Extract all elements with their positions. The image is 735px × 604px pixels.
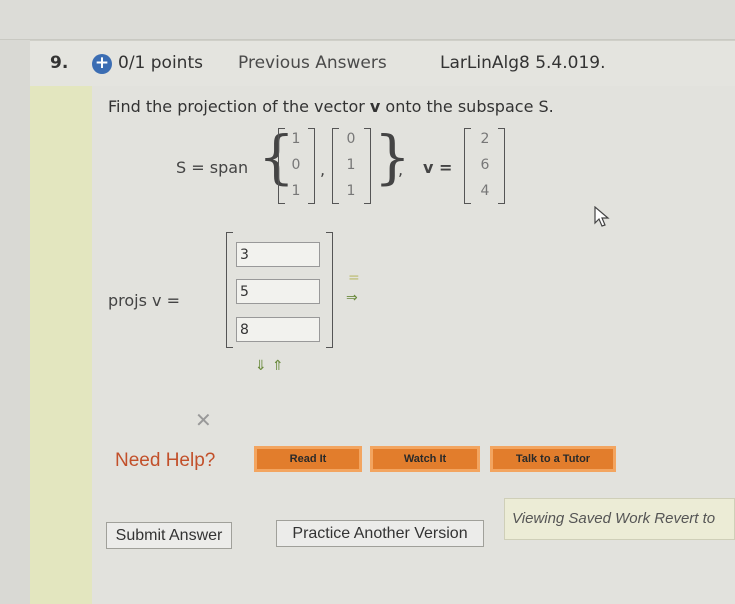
submit-answer-button[interactable]: Submit Answer [106, 522, 232, 549]
left-strip [30, 86, 92, 604]
answer-input[interactable]: 5 [236, 279, 320, 304]
problem-id: LarLinAlg8 5.4.019. [440, 53, 606, 73]
v-right-bracket [498, 128, 505, 204]
watch-it-button[interactable]: Watch It [370, 446, 480, 472]
basis1-entry: 1 [291, 183, 301, 199]
add-column-arrow-icon[interactable]: ⇒ [346, 290, 358, 306]
top-bar [0, 0, 735, 40]
answer-right-bracket [326, 232, 333, 348]
resize-equals-icon[interactable]: = [348, 270, 360, 286]
need-help-label: Need Help? [115, 450, 216, 471]
v-entry: 6 [480, 157, 490, 173]
answer-input[interactable]: 8 [236, 317, 320, 342]
v-entry: 2 [480, 131, 490, 147]
answer-input[interactable]: 3 [236, 242, 320, 267]
incorrect-x-icon: ✕ [195, 408, 212, 432]
basis2-left-bracket [332, 128, 339, 204]
basis1-entry: 1 [291, 131, 301, 147]
basis2-entry: 1 [346, 183, 356, 199]
points-label: 0/1 points [118, 53, 203, 73]
question-number: 9. [50, 53, 69, 73]
prompt-text: Find the projection of the vector [108, 97, 370, 116]
talk-to-tutor-button[interactable]: Talk to a Tutor [490, 446, 616, 472]
basis2-entry: 0 [346, 131, 356, 147]
saved-work-link[interactable]: Viewing Saved Work Revert to [512, 510, 715, 527]
comma: , [398, 160, 404, 179]
add-row-arrow-icon[interactable]: ⇓ [255, 358, 267, 374]
question-header: 9. + 0/1 points Previous Answers LarLinA… [30, 40, 735, 86]
v-entry: 4 [480, 183, 490, 199]
previous-answers-link[interactable]: Previous Answers [238, 53, 387, 73]
prompt-vector: v [369, 97, 381, 116]
projection-label: projs v = [108, 291, 180, 310]
plus-icon[interactable]: + [92, 54, 112, 74]
mouse-cursor-icon [594, 206, 610, 227]
basis1-right-bracket [308, 128, 315, 204]
right-brace: } [374, 123, 411, 191]
s-span-label: S = span [176, 158, 249, 177]
v-label: v = [423, 158, 453, 177]
basis1-entry: 0 [291, 157, 301, 173]
problem-prompt: Find the projection of the vector v onto… [108, 97, 554, 116]
basis2-right-bracket [364, 128, 371, 204]
comma: , [320, 160, 326, 179]
prompt-text-end: onto the subspace S. [380, 97, 554, 116]
read-it-button[interactable]: Read It [254, 446, 362, 472]
practice-another-version-button[interactable]: Practice Another Version [276, 520, 484, 547]
basis2-entry: 1 [346, 157, 356, 173]
basis1-left-bracket [278, 128, 285, 204]
v-left-bracket [464, 128, 471, 204]
remove-row-arrow-icon[interactable]: ⇑ [272, 358, 284, 374]
answer-left-bracket [226, 232, 233, 348]
